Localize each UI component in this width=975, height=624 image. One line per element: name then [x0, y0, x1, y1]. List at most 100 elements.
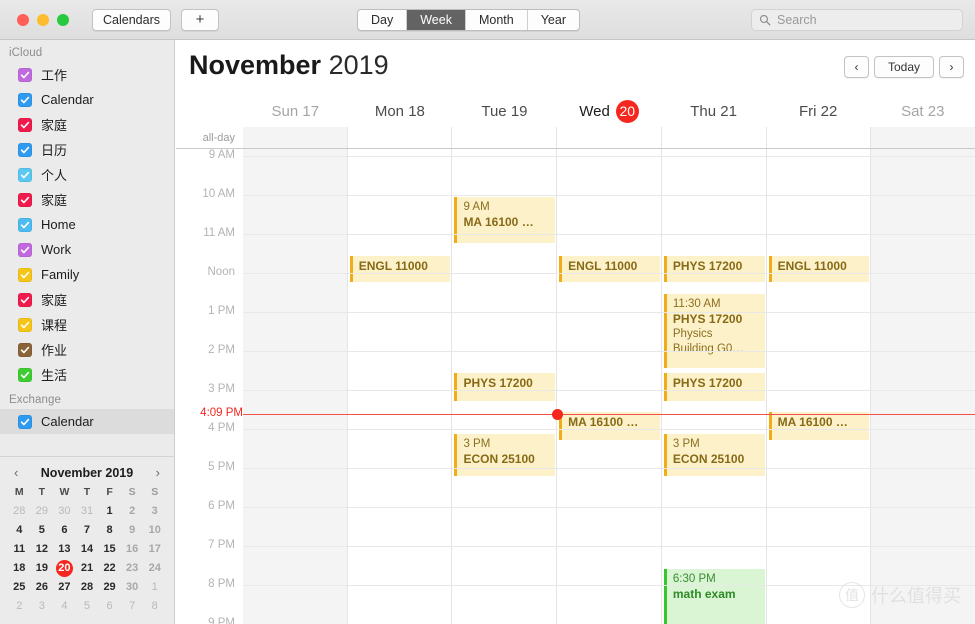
mini-calendar-day[interactable]: 7	[76, 522, 99, 539]
today-button[interactable]: Today	[873, 56, 934, 78]
day-column-fri[interactable]: ENGL 11000MA 16100 …HW25	[765, 149, 871, 624]
sidebar-calendar-item[interactable]: 课程	[0, 312, 174, 337]
previous-week-button[interactable]: ‹	[843, 56, 869, 78]
day-header-sun[interactable]: Sun 17	[243, 95, 348, 127]
calendar-event[interactable]: 3 PM ECON 25100	[663, 434, 765, 476]
mini-calendar-day[interactable]: 29	[31, 503, 54, 520]
next-week-button[interactable]: ›	[939, 56, 964, 78]
all-day-cell[interactable]	[243, 127, 347, 148]
calendar-checkbox[interactable]	[18, 414, 32, 429]
mini-calendar-day[interactable]: 5	[31, 522, 54, 539]
mini-calendar-next-button[interactable]: ›	[156, 465, 160, 480]
sidebar-calendar-item[interactable]: Calendar	[0, 409, 174, 434]
mini-calendar-day[interactable]: 29	[98, 579, 121, 596]
sidebar-calendar-item[interactable]: 家庭	[0, 112, 174, 137]
mini-calendar-day[interactable]: 16	[121, 541, 144, 558]
calendar-event[interactable]: PHYS 17200	[663, 373, 765, 401]
sidebar-calendar-item[interactable]: Work	[0, 237, 174, 262]
sidebar-calendar-item[interactable]: Home	[0, 212, 174, 237]
mini-calendar-day[interactable]: 18	[8, 560, 31, 577]
mini-calendar-day[interactable]: 30	[53, 503, 76, 520]
calendar-event[interactable]: 3 PM ECON 25100	[454, 434, 556, 476]
calendar-checkbox[interactable]	[18, 167, 32, 182]
mini-calendar-day[interactable]: 14	[76, 541, 99, 558]
calendar-event[interactable]: ENGL 11000	[768, 256, 870, 282]
view-mode-week[interactable]: Week	[407, 10, 466, 30]
mini-calendar-day[interactable]: 28	[76, 579, 99, 596]
mini-calendar-day[interactable]: 3	[143, 503, 166, 520]
mini-calendar-day[interactable]: 27	[53, 579, 76, 596]
mini-calendar-day[interactable]: 24	[143, 560, 166, 577]
calendar-checkbox[interactable]	[18, 267, 32, 282]
calendar-event[interactable]: PHYS 17200	[663, 256, 765, 282]
day-column-wed[interactable]: ENGL 11000MA 16100 …HW24	[556, 149, 661, 624]
mini-calendar-day[interactable]: 5	[76, 598, 99, 615]
sidebar-calendar-item[interactable]: 家庭	[0, 287, 174, 312]
day-header-wed[interactable]: Wed 20	[557, 95, 662, 127]
mini-calendar-day[interactable]: 15	[98, 541, 121, 558]
mini-calendar-day[interactable]: 26	[31, 579, 54, 596]
mini-calendar-day[interactable]: 6	[98, 598, 121, 615]
calendar-event[interactable]: 11:30 AM PHYS 17200 Physics Building G0…	[663, 294, 765, 368]
calendar-checkbox[interactable]	[18, 242, 32, 257]
mini-calendar-day[interactable]: 23	[121, 560, 144, 577]
calendar-checkbox[interactable]	[18, 92, 32, 107]
all-day-cell[interactable]	[870, 127, 975, 148]
day-header-thu[interactable]: Thu 21	[661, 95, 766, 127]
sidebar-calendar-item[interactable]: 日历	[0, 137, 174, 162]
day-column-tue[interactable]: 9 AM MA 16100 … PHYS 17200 3 PM ECON 25100	[451, 149, 556, 624]
all-day-cell[interactable]	[451, 127, 556, 148]
day-column-thu[interactable]: PHYS 17200 11:30 AM PHYS 17200 Physics Build…	[660, 149, 766, 624]
all-day-cell[interactable]	[765, 127, 871, 148]
sidebar-calendar-item[interactable]: Calendar	[0, 87, 174, 112]
calendar-event[interactable]: ENGL 11000	[559, 256, 660, 282]
calendar-event[interactable]: 9 AM MA 16100 …	[454, 197, 556, 243]
calendar-checkbox[interactable]	[18, 192, 32, 207]
add-event-button[interactable]: +	[180, 8, 219, 31]
day-column-sun[interactable]	[243, 149, 347, 624]
day-column-mon[interactable]: ENGL 11000	[346, 149, 452, 624]
mini-calendar-day[interactable]: 1	[98, 503, 121, 520]
view-mode-day[interactable]: Day	[358, 10, 408, 30]
calendar-checkbox[interactable]	[18, 217, 32, 232]
sidebar-calendar-item[interactable]: 生活	[0, 362, 174, 387]
mini-calendar-day[interactable]: 10	[143, 522, 166, 539]
calendar-checkbox[interactable]	[18, 317, 32, 332]
mini-calendar-prev-button[interactable]: ‹	[14, 465, 18, 480]
mini-calendar-day[interactable]: 2	[8, 598, 31, 615]
mini-calendar-day[interactable]: 25	[8, 579, 31, 596]
view-mode-year[interactable]: Year	[528, 10, 579, 30]
mini-calendar-day[interactable]: 20	[53, 560, 76, 577]
calendar-checkbox[interactable]	[18, 117, 32, 132]
day-header-fri[interactable]: Fri 22	[766, 95, 871, 127]
day-header-mon[interactable]: Mon 18	[348, 95, 453, 127]
day-header-sat[interactable]: Sat 23	[870, 95, 975, 127]
mini-calendar-day[interactable]: 12	[31, 541, 54, 558]
calendar-event[interactable]: ENGL 11000	[349, 256, 451, 282]
mini-calendar-day[interactable]: 8	[98, 522, 121, 539]
calendars-button[interactable]: Calendars	[92, 8, 171, 31]
search-input[interactable]: Search	[751, 9, 963, 31]
mini-calendar-day[interactable]: 7	[121, 598, 144, 615]
mini-calendar-day[interactable]: 21	[76, 560, 99, 577]
view-mode-segmented-control[interactable]: Day Week Month Year	[357, 9, 580, 31]
mini-calendar-day[interactable]: 4	[8, 522, 31, 539]
calendar-checkbox[interactable]	[18, 342, 32, 357]
calendar-event[interactable]: MA 16100 …	[559, 412, 660, 440]
mini-calendar-day[interactable]: 22	[98, 560, 121, 577]
zoom-window-button[interactable]	[57, 13, 69, 26]
sidebar-calendar-item[interactable]: 家庭	[0, 187, 174, 212]
sidebar-calendar-item[interactable]: Family	[0, 262, 174, 287]
calendar-event[interactable]: 6:30 PM math exam	[663, 569, 765, 624]
mini-calendar-day[interactable]: 3	[31, 598, 54, 615]
mini-calendar-day[interactable]: 9	[121, 522, 144, 539]
calendar-checkbox[interactable]	[18, 142, 32, 157]
calendar-checkbox[interactable]	[18, 67, 32, 82]
minimize-window-button[interactable]	[37, 13, 49, 26]
mini-calendar-day[interactable]: 28	[8, 503, 31, 520]
day-column-sat[interactable]	[870, 149, 975, 624]
mini-calendar-day[interactable]: 1	[143, 579, 166, 596]
calendar-checkbox[interactable]	[18, 292, 32, 307]
close-window-button[interactable]	[17, 13, 29, 26]
calendar-checkbox[interactable]	[18, 367, 32, 382]
